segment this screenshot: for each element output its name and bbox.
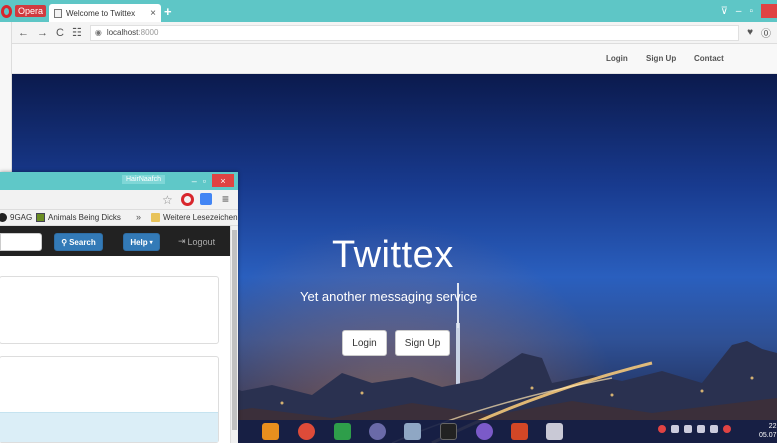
url-field[interactable]: ◉ localhost:8000 — [89, 24, 740, 41]
hero-login-button[interactable]: Login — [342, 330, 387, 356]
star-icon[interactable]: ☆ — [162, 193, 173, 207]
nav-login-link[interactable]: Login — [606, 54, 628, 63]
scrollbar-thumb[interactable] — [232, 230, 237, 430]
heart-icon[interactable]: ♥ — [747, 27, 753, 38]
search-input[interactable] — [0, 233, 42, 251]
scrollbar[interactable] — [230, 226, 238, 443]
wifi-icon[interactable] — [697, 425, 705, 433]
search-button-label: Search — [69, 237, 96, 247]
maximize-icon[interactable]: ▫ — [749, 6, 753, 17]
volume-icon[interactable] — [723, 425, 731, 433]
new-tab-button[interactable]: + — [164, 4, 172, 19]
photos-icon[interactable] — [404, 423, 421, 440]
minimize-icon[interactable]: – — [736, 6, 742, 17]
opera-tab-bar: Opera Welcome to Twittex × + ⊽ – ▫ — [0, 0, 777, 22]
signal-icon[interactable] — [710, 425, 718, 433]
menu-icon[interactable]: ≡ — [222, 192, 229, 206]
page-info-icon[interactable]: ◉ — [95, 28, 102, 37]
hero-signup-button[interactable]: Sign Up — [395, 330, 450, 356]
windows-taskbar: 22:1 05.07.1 — [238, 420, 777, 443]
app-navbar: ⚲ Search Help ▾ ⇥ Logout — [0, 226, 230, 256]
bookmark-label: Animals Being Dicks — [48, 213, 121, 222]
help-dropdown-button[interactable]: Help ▾ — [123, 233, 160, 251]
app-purple-icon[interactable] — [476, 423, 493, 440]
opera-address-bar: ← → C ☷ ◉ localhost:8000 ♥ ⓪ — [12, 22, 777, 44]
arrow-right-icon[interactable]: → — [37, 27, 48, 39]
site-navbar: Login Sign Up Contact — [12, 44, 777, 74]
help-button-label: Help — [130, 237, 148, 247]
url-host: localhost — [106, 28, 139, 37]
clock-time: 22:1 — [768, 423, 777, 430]
system-tray — [658, 425, 731, 433]
flag-icon[interactable] — [671, 425, 679, 433]
tab-welcome-to-twittex[interactable]: Welcome to Twittex × — [49, 4, 161, 22]
tab-title: Welcome to Twittex — [66, 8, 136, 18]
chrome-icon[interactable] — [298, 423, 315, 440]
hero-title: Twittex — [332, 234, 454, 276]
maximize-icon[interactable]: ▫ — [203, 176, 206, 186]
close-icon[interactable] — [761, 4, 777, 18]
image-icon — [36, 213, 45, 222]
bookmark-animals-being-dicks[interactable]: Animals Being Dicks — [36, 213, 121, 222]
bookmark-other-bookmarks[interactable]: Weitere Lesezeichen — [151, 213, 238, 222]
chrome-title-bar: HairNaafch – ▫ × — [0, 172, 238, 190]
opera-menu-button[interactable]: Opera — [0, 2, 46, 20]
arrow-left-icon[interactable]: ← — [18, 27, 29, 39]
opera-extension-icon[interactable] — [181, 193, 194, 206]
chrome-window: HairNaafch – ▫ × ☆ ≡ 9GAG Animals Being … — [0, 172, 238, 443]
tab-menu-icon[interactable]: ⊽ — [721, 6, 728, 17]
nav-signup-link[interactable]: Sign Up — [646, 54, 676, 63]
logout-icon: ⇥ — [178, 236, 186, 246]
media-icon[interactable] — [369, 423, 386, 440]
kt-icon[interactable] — [262, 423, 279, 440]
search-button[interactable]: ⚲ Search — [54, 233, 103, 251]
nav-contact-link[interactable]: Contact — [694, 54, 724, 63]
opera-window-controls: ⊽ – ▫ — [721, 0, 777, 22]
bookmarks-bar: 9GAG Animals Being Dicks » Weitere Lesez… — [0, 210, 238, 226]
content-panel — [0, 276, 219, 344]
9gag-icon — [0, 213, 7, 222]
bookmark-9gag[interactable]: 9GAG — [0, 213, 32, 222]
logout-link[interactable]: ⇥ Logout — [178, 236, 215, 247]
opera-logo-icon — [1, 4, 12, 18]
clock-date: 05.07.1 — [759, 432, 777, 439]
terminal-icon[interactable] — [440, 423, 457, 440]
content-panel — [0, 356, 219, 443]
chrome-toolbar: ☆ ≡ — [0, 190, 238, 210]
speed-dial-icon[interactable]: ☷ — [72, 26, 82, 39]
opera-tray-icon[interactable] — [658, 425, 666, 433]
url-port: :8000 — [138, 28, 159, 37]
network-icon[interactable] — [684, 425, 692, 433]
bookmark-label: Weitere Lesezeichen — [163, 213, 238, 222]
chrome-page-content — [0, 256, 230, 443]
folder-icon — [151, 213, 160, 222]
page-icon — [54, 8, 62, 18]
bookmarks-overflow-icon[interactable]: » — [136, 212, 141, 222]
office-icon[interactable] — [511, 423, 528, 440]
info-panel-footer — [0, 412, 218, 442]
paint-icon[interactable] — [546, 423, 563, 440]
onenote-icon[interactable] — [334, 423, 351, 440]
reload-icon[interactable]: C — [56, 27, 64, 39]
chrome-window-controls: – ▫ × — [192, 174, 234, 187]
download-icon[interactable]: ⓪ — [761, 25, 771, 40]
close-icon[interactable]: × — [212, 174, 234, 187]
caret-down-icon: ▾ — [149, 239, 153, 246]
logout-label: Logout — [187, 236, 216, 247]
translate-extension-icon[interactable] — [200, 193, 212, 205]
search-icon: ⚲ — [61, 237, 68, 247]
opera-menu-label: Opera — [14, 5, 46, 17]
minimize-icon[interactable]: – — [192, 176, 197, 186]
tab-close-icon[interactable]: × — [150, 8, 156, 19]
opera-sidebar — [0, 22, 12, 172]
taskbar-clock[interactable]: 22:1 05.07.1 — [759, 422, 777, 440]
profile-name[interactable]: HairNaafch — [122, 175, 166, 184]
bookmark-label: 9GAG — [10, 213, 33, 222]
hero-subtitle: Yet another messaging service — [300, 289, 478, 304]
